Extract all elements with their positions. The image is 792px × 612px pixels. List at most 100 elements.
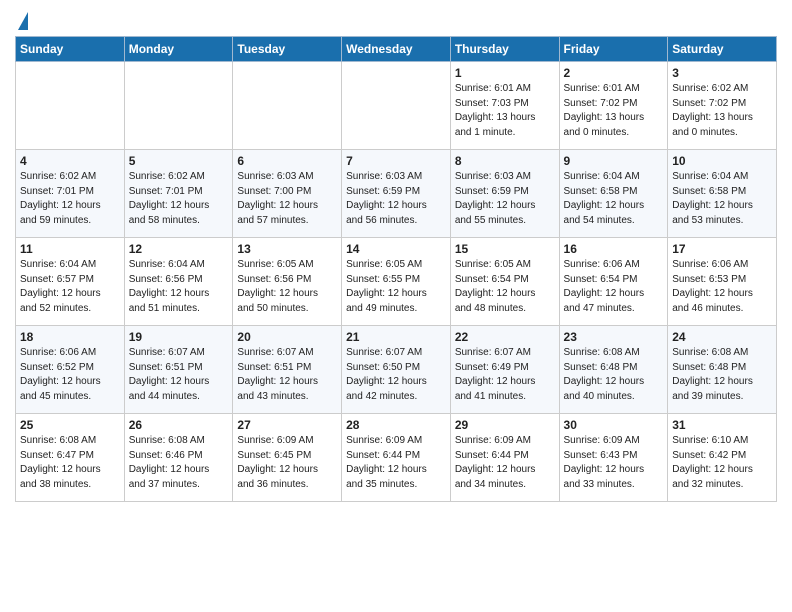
day-info: Sunrise: 6:09 AMSunset: 6:44 PMDaylight:… — [455, 434, 555, 492]
day-number: 30 — [564, 418, 664, 432]
day-number: 5 — [129, 154, 229, 168]
day-number: 3 — [672, 66, 772, 80]
day-number: 17 — [672, 242, 772, 256]
day-info: Sunrise: 6:06 AMSunset: 6:53 PMDaylight:… — [672, 258, 772, 316]
day-number: 21 — [346, 330, 446, 344]
day-number: 6 — [237, 154, 337, 168]
day-number: 25 — [20, 418, 120, 432]
col-header-monday: Monday — [124, 37, 233, 62]
day-info: Sunrise: 6:01 AMSunset: 7:03 PMDaylight:… — [455, 82, 555, 140]
day-info: Sunrise: 6:02 AMSunset: 7:02 PMDaylight:… — [672, 82, 772, 140]
day-cell: 11 Sunrise: 6:04 AMSunset: 6:57 PMDayligh… — [16, 238, 125, 326]
week-row-5: 25 Sunrise: 6:08 AMSunset: 6:47 PMDayligh… — [16, 414, 777, 502]
day-info: Sunrise: 6:07 AMSunset: 6:50 PMDaylight:… — [346, 346, 446, 404]
day-number: 15 — [455, 242, 555, 256]
day-info: Sunrise: 6:03 AMSunset: 6:59 PMDaylight:… — [346, 170, 446, 228]
logo — [15, 14, 28, 30]
day-number: 23 — [564, 330, 664, 344]
day-info: Sunrise: 6:02 AMSunset: 7:01 PMDaylight:… — [20, 170, 120, 228]
day-cell: 29 Sunrise: 6:09 AMSunset: 6:44 PMDayligh… — [450, 414, 559, 502]
day-info: Sunrise: 6:05 AMSunset: 6:55 PMDaylight:… — [346, 258, 446, 316]
day-info: Sunrise: 6:10 AMSunset: 6:42 PMDaylight:… — [672, 434, 772, 492]
day-number: 19 — [129, 330, 229, 344]
day-cell: 31Sunrise: 6:10 AMSunset: 6:42 PMDayligh… — [668, 414, 777, 502]
col-header-wednesday: Wednesday — [342, 37, 451, 62]
day-cell: 16Sunrise: 6:06 AMSunset: 6:54 PMDayligh… — [559, 238, 668, 326]
day-cell: 12 Sunrise: 6:04 AMSunset: 6:56 PMDayligh… — [124, 238, 233, 326]
day-number: 11 — [20, 242, 120, 256]
col-header-thursday: Thursday — [450, 37, 559, 62]
day-number: 10 — [672, 154, 772, 168]
day-info: Sunrise: 6:08 AMSunset: 6:47 PMDaylight:… — [20, 434, 120, 492]
day-cell: 2 Sunrise: 6:01 AMSunset: 7:02 PMDaylight… — [559, 62, 668, 150]
day-info: Sunrise: 6:07 AMSunset: 6:49 PMDaylight:… — [455, 346, 555, 404]
day-info: Sunrise: 6:07 AMSunset: 6:51 PMDaylight:… — [129, 346, 229, 404]
day-cell: 15 Sunrise: 6:05 AMSunset: 6:54 PMDayligh… — [450, 238, 559, 326]
day-number: 26 — [129, 418, 229, 432]
day-info: Sunrise: 6:03 AMSunset: 7:00 PMDaylight:… — [237, 170, 337, 228]
day-number: 16 — [564, 242, 664, 256]
day-cell: 8Sunrise: 6:03 AMSunset: 6:59 PMDaylight… — [450, 150, 559, 238]
day-number: 14 — [346, 242, 446, 256]
day-info: Sunrise: 6:04 AMSunset: 6:56 PMDaylight:… — [129, 258, 229, 316]
day-cell: 27 Sunrise: 6:09 AMSunset: 6:45 PMDayligh… — [233, 414, 342, 502]
day-number: 2 — [564, 66, 664, 80]
day-cell: 30 Sunrise: 6:09 AMSunset: 6:43 PMDayligh… — [559, 414, 668, 502]
day-cell — [342, 62, 451, 150]
day-number: 20 — [237, 330, 337, 344]
day-cell — [233, 62, 342, 150]
day-cell: 18Sunrise: 6:06 AMSunset: 6:52 PMDayligh… — [16, 326, 125, 414]
col-header-tuesday: Tuesday — [233, 37, 342, 62]
day-number: 18 — [20, 330, 120, 344]
day-number: 29 — [455, 418, 555, 432]
day-info: Sunrise: 6:08 AMSunset: 6:48 PMDaylight:… — [672, 346, 772, 404]
day-cell: 20 Sunrise: 6:07 AMSunset: 6:51 PMDayligh… — [233, 326, 342, 414]
calendar: SundayMondayTuesdayWednesdayThursdayFrid… — [15, 36, 777, 502]
day-number: 24 — [672, 330, 772, 344]
day-info: Sunrise: 6:04 AMSunset: 6:58 PMDaylight:… — [672, 170, 772, 228]
day-cell: 3 Sunrise: 6:02 AMSunset: 7:02 PMDaylight… — [668, 62, 777, 150]
header-row: SundayMondayTuesdayWednesdayThursdayFrid… — [16, 37, 777, 62]
day-cell: 5Sunrise: 6:02 AMSunset: 7:01 PMDaylight… — [124, 150, 233, 238]
day-cell: 24 Sunrise: 6:08 AMSunset: 6:48 PMDayligh… — [668, 326, 777, 414]
col-header-saturday: Saturday — [668, 37, 777, 62]
day-number: 22 — [455, 330, 555, 344]
logo-triangle-icon — [18, 12, 28, 30]
day-number: 7 — [346, 154, 446, 168]
day-cell: 9 Sunrise: 6:04 AMSunset: 6:58 PMDaylight… — [559, 150, 668, 238]
day-info: Sunrise: 6:04 AMSunset: 6:57 PMDaylight:… — [20, 258, 120, 316]
day-cell: 26 Sunrise: 6:08 AMSunset: 6:46 PMDayligh… — [124, 414, 233, 502]
day-info: Sunrise: 6:05 AMSunset: 6:54 PMDaylight:… — [455, 258, 555, 316]
col-header-friday: Friday — [559, 37, 668, 62]
day-cell: 4 Sunrise: 6:02 AMSunset: 7:01 PMDaylight… — [16, 150, 125, 238]
day-cell: 7 Sunrise: 6:03 AMSunset: 6:59 PMDaylight… — [342, 150, 451, 238]
day-info: Sunrise: 6:08 AMSunset: 6:46 PMDaylight:… — [129, 434, 229, 492]
week-row-4: 18Sunrise: 6:06 AMSunset: 6:52 PMDayligh… — [16, 326, 777, 414]
day-number: 8 — [455, 154, 555, 168]
day-cell: 23 Sunrise: 6:08 AMSunset: 6:48 PMDayligh… — [559, 326, 668, 414]
day-info: Sunrise: 6:07 AMSunset: 6:51 PMDaylight:… — [237, 346, 337, 404]
day-cell: 22 Sunrise: 6:07 AMSunset: 6:49 PMDayligh… — [450, 326, 559, 414]
header — [15, 10, 777, 30]
day-number: 12 — [129, 242, 229, 256]
day-cell: 14 Sunrise: 6:05 AMSunset: 6:55 PMDayligh… — [342, 238, 451, 326]
week-row-1: 1 Sunrise: 6:01 AMSunset: 7:03 PMDaylight… — [16, 62, 777, 150]
day-cell: 25 Sunrise: 6:08 AMSunset: 6:47 PMDayligh… — [16, 414, 125, 502]
day-number: 1 — [455, 66, 555, 80]
col-header-sunday: Sunday — [16, 37, 125, 62]
day-info: Sunrise: 6:09 AMSunset: 6:44 PMDaylight:… — [346, 434, 446, 492]
day-cell — [124, 62, 233, 150]
day-number: 4 — [20, 154, 120, 168]
day-info: Sunrise: 6:09 AMSunset: 6:43 PMDaylight:… — [564, 434, 664, 492]
day-cell: 17 Sunrise: 6:06 AMSunset: 6:53 PMDayligh… — [668, 238, 777, 326]
day-info: Sunrise: 6:01 AMSunset: 7:02 PMDaylight:… — [564, 82, 664, 140]
day-cell: 6 Sunrise: 6:03 AMSunset: 7:00 PMDaylight… — [233, 150, 342, 238]
day-cell: 13Sunrise: 6:05 AMSunset: 6:56 PMDayligh… — [233, 238, 342, 326]
day-cell: 21 Sunrise: 6:07 AMSunset: 6:50 PMDayligh… — [342, 326, 451, 414]
day-info: Sunrise: 6:09 AMSunset: 6:45 PMDaylight:… — [237, 434, 337, 492]
day-number: 13 — [237, 242, 337, 256]
day-number: 27 — [237, 418, 337, 432]
day-info: Sunrise: 6:08 AMSunset: 6:48 PMDaylight:… — [564, 346, 664, 404]
day-number: 9 — [564, 154, 664, 168]
day-info: Sunrise: 6:04 AMSunset: 6:58 PMDaylight:… — [564, 170, 664, 228]
